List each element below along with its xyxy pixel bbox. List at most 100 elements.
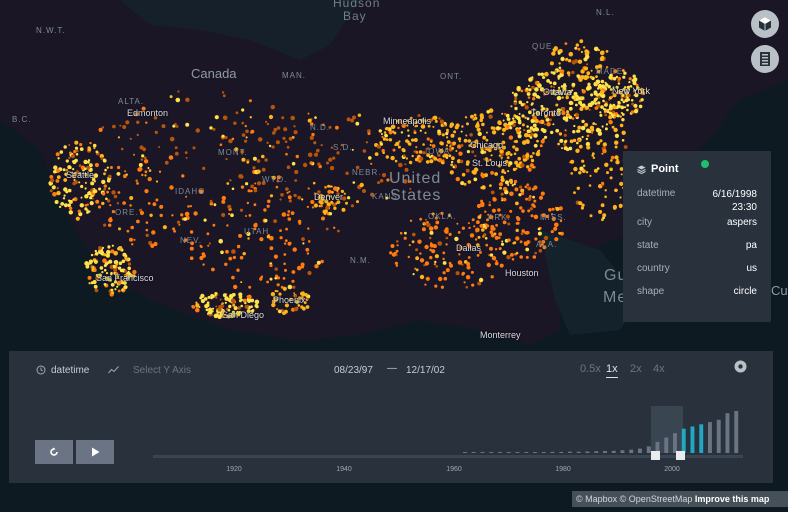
animation-settings-button[interactable] [734, 360, 747, 376]
event-point[interactable] [281, 116, 285, 120]
event-point[interactable] [276, 290, 279, 293]
event-point[interactable] [241, 108, 245, 112]
event-point[interactable] [56, 175, 61, 180]
event-point[interactable] [202, 263, 205, 266]
event-point[interactable] [352, 181, 356, 184]
event-point[interactable] [581, 169, 586, 174]
event-point[interactable] [540, 72, 544, 77]
event-point[interactable] [221, 305, 225, 308]
event-point[interactable] [433, 225, 439, 230]
event-point[interactable] [428, 226, 434, 231]
event-point[interactable] [333, 186, 338, 191]
event-point[interactable] [505, 153, 508, 156]
event-point[interactable] [585, 128, 591, 133]
event-point[interactable] [438, 276, 443, 282]
event-point[interactable] [450, 133, 455, 138]
event-point[interactable] [176, 220, 181, 224]
event-point[interactable] [79, 203, 85, 208]
event-point[interactable] [287, 217, 292, 221]
event-point[interactable] [464, 116, 468, 119]
event-point[interactable] [329, 165, 335, 171]
event-point[interactable] [244, 124, 247, 128]
event-point[interactable] [608, 115, 613, 120]
event-point[interactable] [529, 155, 533, 159]
event-point[interactable] [286, 165, 291, 169]
event-point[interactable] [579, 39, 584, 44]
event-point[interactable] [74, 146, 79, 150]
event-point[interactable] [595, 79, 601, 85]
event-point[interactable] [203, 218, 207, 222]
event-point[interactable] [484, 237, 488, 240]
event-point[interactable] [517, 156, 521, 161]
event-point[interactable] [572, 130, 576, 134]
event-point[interactable] [532, 152, 535, 155]
event-point[interactable] [504, 190, 509, 195]
event-point[interactable] [323, 212, 327, 215]
event-point[interactable] [314, 264, 319, 269]
event-point[interactable] [451, 156, 455, 161]
event-point[interactable] [512, 123, 516, 128]
event-point[interactable] [477, 124, 480, 128]
event-point[interactable] [586, 134, 590, 138]
event-point[interactable] [549, 81, 553, 85]
event-point[interactable] [544, 135, 548, 139]
event-point[interactable] [245, 129, 249, 134]
event-point[interactable] [540, 139, 545, 144]
event-point[interactable] [488, 114, 493, 119]
event-point[interactable] [276, 126, 281, 130]
event-point[interactable] [266, 122, 270, 126]
event-point[interactable] [394, 261, 398, 265]
event-point[interactable] [514, 147, 519, 152]
event-point[interactable] [577, 138, 581, 142]
event-point[interactable] [568, 106, 573, 111]
event-point[interactable] [512, 117, 515, 120]
event-point[interactable] [488, 201, 491, 204]
event-point[interactable] [94, 162, 99, 168]
event-point[interactable] [93, 269, 97, 272]
event-point[interactable] [225, 158, 228, 161]
event-point[interactable] [286, 213, 290, 217]
event-point[interactable] [56, 168, 60, 173]
event-point[interactable] [238, 295, 242, 299]
event-point[interactable] [113, 268, 117, 273]
event-point[interactable] [259, 277, 263, 281]
event-point[interactable] [136, 120, 140, 125]
event-point[interactable] [461, 226, 465, 230]
event-point[interactable] [95, 150, 99, 154]
event-point[interactable] [92, 266, 95, 269]
event-point[interactable] [377, 181, 380, 185]
event-point[interactable] [84, 207, 88, 211]
event-point[interactable] [442, 271, 446, 275]
event-point[interactable] [466, 262, 471, 266]
event-point[interactable] [129, 204, 132, 207]
event-point[interactable] [103, 283, 107, 286]
event-point[interactable] [568, 51, 574, 57]
event-point[interactable] [94, 260, 98, 264]
event-point[interactable] [78, 164, 82, 168]
event-point[interactable] [600, 55, 605, 60]
event-point[interactable] [316, 149, 320, 153]
event-point[interactable] [240, 185, 245, 189]
event-point[interactable] [224, 262, 228, 266]
event-point[interactable] [411, 240, 415, 244]
event-point[interactable] [93, 284, 98, 289]
event-point[interactable] [515, 251, 519, 255]
event-point[interactable] [489, 184, 492, 188]
event-point[interactable] [72, 181, 76, 186]
event-point[interactable] [511, 258, 515, 261]
event-point[interactable] [300, 305, 304, 309]
event-point[interactable] [425, 160, 430, 164]
event-point[interactable] [102, 158, 107, 163]
event-point[interactable] [538, 120, 542, 124]
event-point[interactable] [211, 307, 215, 310]
event-point[interactable] [210, 296, 213, 300]
event-point[interactable] [492, 126, 496, 130]
event-point[interactable] [291, 270, 296, 274]
event-point[interactable] [255, 300, 259, 304]
event-point[interactable] [557, 51, 561, 55]
event-point[interactable] [320, 204, 323, 208]
event-point[interactable] [525, 87, 529, 91]
event-point[interactable] [412, 273, 415, 276]
event-point[interactable] [287, 284, 293, 290]
event-point[interactable] [610, 159, 613, 162]
